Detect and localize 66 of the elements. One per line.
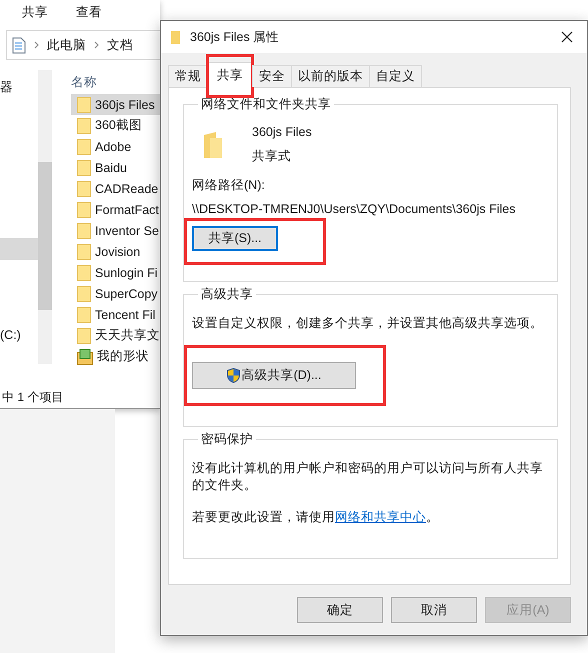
folder-icon [77, 222, 91, 238]
file-row[interactable]: 360截图 [71, 115, 160, 136]
folder-icon [77, 160, 91, 176]
shield-icon [226, 368, 240, 383]
folder-name: 360js Files [252, 125, 312, 139]
hint-text: 。 [426, 510, 439, 524]
nav-item[interactable]: (C:) [0, 324, 38, 346]
folder-icon [204, 132, 222, 158]
folder-icon [77, 286, 91, 302]
file-row[interactable]: 天天共享文 [71, 325, 160, 346]
folder-icon [77, 138, 91, 154]
status-text: 中 1 个项目 [1, 389, 64, 406]
folder-icon [77, 96, 91, 112]
tab[interactable]: 安全 [252, 65, 292, 87]
breadcrumb-item[interactable]: 此电脑 [47, 36, 86, 54]
nav-item[interactable]: 器 [0, 76, 38, 98]
network-center-link[interactable]: 网络和共享中心 [335, 510, 426, 524]
tab[interactable]: 常规 [168, 65, 208, 87]
folder-icon [171, 30, 180, 44]
folder-icon [77, 118, 91, 134]
file-row[interactable]: CADReade [71, 178, 160, 199]
hint-text: 若要更改此设置，请使用 [192, 510, 335, 524]
file-row[interactable]: Inventor Se [71, 220, 160, 241]
dialog-button[interactable]: 确定 [297, 597, 383, 623]
file-row[interactable]: SuperCopy [71, 283, 160, 304]
folder-icon [77, 264, 91, 280]
column-header[interactable]: 名称 [71, 70, 160, 94]
tab[interactable]: 共享 [207, 62, 253, 88]
document-icon [12, 36, 26, 54]
share-button[interactable]: 共享(S)... [192, 226, 278, 251]
group-title: 密码保护 [200, 431, 254, 448]
breadcrumb-item[interactable]: 文档 [107, 36, 133, 54]
share-status: 共享式 [252, 148, 292, 165]
file-row[interactable]: Baidu [71, 157, 160, 178]
dialog-title: 360js Files 属性 [190, 28, 280, 46]
ribbon-tab[interactable]: 共享 [22, 4, 48, 20]
scrollbar[interactable] [38, 70, 52, 364]
group-title: 网络文件和文件夹共享 [200, 96, 332, 113]
tab[interactable]: 自定义 [369, 65, 422, 87]
folder-icon [77, 306, 91, 322]
description-text: 没有此计算机的用户帐户和密码的用户可以访问与所有人共享的文件夹。 [192, 460, 544, 494]
folder-icon [77, 244, 91, 260]
folder-icon [77, 180, 91, 196]
advanced-sharing-button[interactable]: 高级共享(D)... [192, 362, 356, 389]
file-row[interactable]: Jovision [71, 241, 160, 262]
shapes-folder-icon [77, 348, 93, 364]
scrollbar-thumb[interactable] [38, 162, 52, 310]
ribbon-tab[interactable]: 查看 [76, 4, 102, 20]
file-row[interactable]: Adobe [71, 136, 160, 157]
folder-icon [77, 328, 91, 344]
description-text: 设置自定义权限，创建多个共享，并设置其他高级共享选项。 [192, 315, 544, 332]
network-path: \\DESKTOP-TMRENJ0\Users\ZQY\Documents\360js Files [192, 202, 516, 216]
chevron-icon [34, 41, 39, 49]
file-row[interactable]: FormatFact [71, 199, 160, 220]
file-row[interactable]: 360js Files [71, 94, 160, 115]
address-bar[interactable]: 此电脑 文档 [6, 30, 160, 60]
file-row[interactable]: Sunlogin Fi [71, 262, 160, 283]
path-label: 网络路径(N): [192, 177, 266, 194]
group-title: 高级共享 [200, 286, 254, 303]
chevron-icon [94, 41, 99, 49]
file-row[interactable]: 我的形状 [71, 346, 160, 367]
close-icon[interactable] [561, 31, 573, 43]
nav-item[interactable] [0, 238, 38, 260]
dialog-button[interactable]: 取消 [391, 597, 477, 623]
file-row[interactable]: Tencent Fil [71, 304, 160, 325]
folder-icon [77, 202, 91, 218]
